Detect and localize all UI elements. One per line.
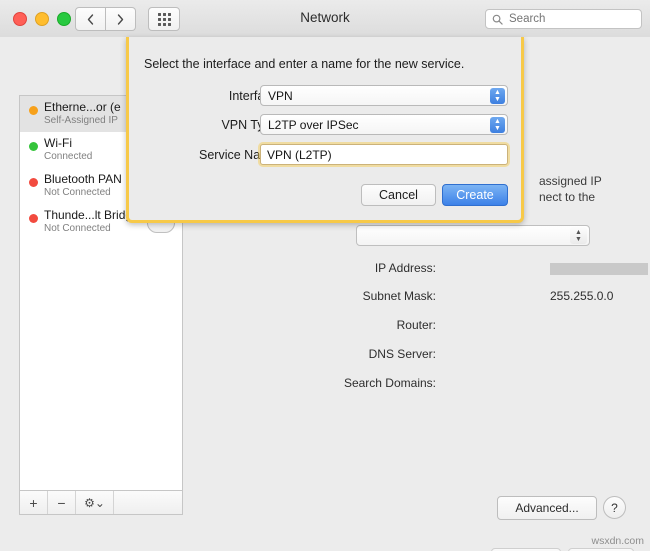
cancel-button[interactable]: Cancel — [361, 184, 436, 206]
watermark: wsxdn.com — [591, 535, 644, 547]
advanced-button[interactable]: Advanced... — [497, 496, 597, 520]
subnet-mask-value: 255.255.0.0 — [550, 289, 614, 303]
vpn-type-select[interactable]: L2TP over IPSec ▲ ▼ — [260, 114, 508, 135]
window-titlebar: Network — [0, 0, 650, 38]
search-domains-label: Search Domains: — [343, 376, 436, 390]
ip-address-value-redacted — [550, 263, 648, 275]
chevron-updown-icon: ▲ ▼ — [490, 117, 505, 133]
ip-address-label: IP Address: — [374, 261, 436, 275]
service-list-toolbar: + − ⚙⌄ — [19, 490, 183, 515]
status-bullet-icon — [29, 178, 38, 187]
help-button[interactable]: ? — [603, 496, 626, 519]
interface-select[interactable]: VPN ▲ ▼ — [260, 85, 508, 106]
service-actions-gear-icon[interactable]: ⚙⌄ — [76, 491, 114, 514]
search-icon — [492, 14, 503, 25]
status-bullet-icon — [29, 106, 38, 115]
chevron-updown-icon: ▲ ▼ — [490, 88, 505, 104]
router-label: Router: — [396, 318, 436, 332]
detail-description-line2: nect to the — [539, 190, 596, 204]
remove-service-button[interactable]: − — [48, 491, 76, 514]
search-input[interactable] — [507, 12, 635, 26]
sheet-title: Select the interface and enter a name fo… — [144, 57, 465, 71]
search-field[interactable] — [485, 9, 642, 29]
status-bullet-icon — [29, 142, 38, 151]
add-service-button[interactable]: + — [20, 491, 48, 514]
status-bullet-icon — [29, 214, 38, 223]
subnet-mask-label: Subnet Mask: — [362, 289, 436, 303]
service-name-input[interactable]: VPN (L2TP) — [260, 144, 508, 165]
configure-ipv4-select[interactable]: ▲ ▼ — [356, 225, 590, 246]
dns-server-label: DNS Server: — [368, 347, 436, 361]
network-preferences-window: Network Etherne...or (e Self-Assigned IP… — [0, 0, 650, 551]
detail-description-line1: assigned IP — [539, 174, 602, 188]
chevron-updown-icon: ▲ ▼ — [570, 227, 587, 244]
create-button[interactable]: Create — [442, 184, 508, 206]
new-service-sheet: Select the interface and enter a name fo… — [126, 37, 524, 223]
